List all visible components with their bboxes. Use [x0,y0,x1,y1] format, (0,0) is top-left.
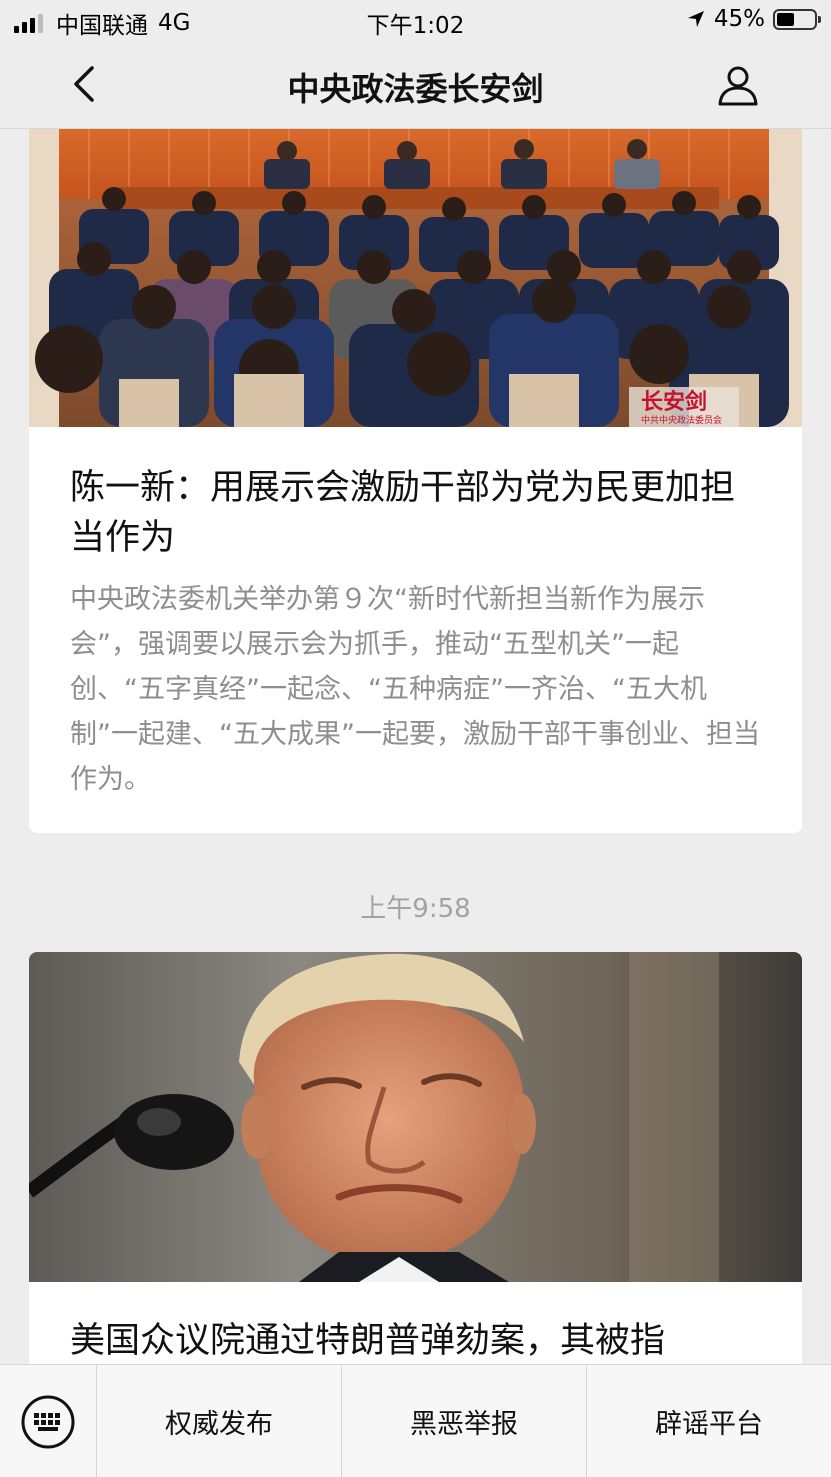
article-image-meeting[interactable]: 长安剑 中共中央政法委员会 [29,129,802,427]
person-icon[interactable] [715,62,761,108]
keyboard-toggle-button[interactable] [0,1365,97,1477]
menu-item-rumor-refutation[interactable]: 辟谣平台 [587,1365,831,1477]
menu-item-authoritative-release[interactable]: 权威发布 [97,1365,342,1477]
nav-bar: 中央政法委长安剑 [0,40,831,129]
screen: 中国联通 4G 下午1:02 45% 中央政法委长安剑 长安剑 中共中央政法委员… [0,0,831,1477]
status-bar: 中国联通 4G 下午1:02 45% [0,0,831,40]
watermark-sub: 中共中央政法委员会 [641,414,722,426]
article-title[interactable]: 美国众议院通过特朗普弹劾案，其被指 [70,1316,761,1366]
article-card[interactable]: 长安剑 中共中央政法委员会 陈一新：用展示会激励干部为党为民更加担当作为 中央政… [29,129,802,833]
location-arrow-icon [687,11,704,27]
article-title[interactable]: 陈一新：用展示会激励干部为党为民更加担当作为 [70,463,761,563]
battery-percent: 45% [713,6,765,32]
message-timestamp: 上午9:58 [360,894,471,924]
watermark-logo: 长安剑 [641,389,707,415]
portrait-photo [29,952,802,1282]
battery-icon [773,8,821,30]
status-right: 45% [686,6,821,32]
article-image-portrait[interactable] [29,952,802,1282]
article-card[interactable]: 美国众议院通过特朗普弹劾案，其被指 [29,952,802,1392]
article-summary: 中央政法委机关举办第９次“新时代新担当新作为展示会”，强调要以展示会为抓手，推动… [70,584,760,795]
bottom-menu: 权威发布 黑恶举报 辟谣平台 [0,1364,831,1477]
meeting-photo: 长安剑 中共中央政法委员会 [29,129,802,427]
page-title: 中央政法委长安剑 [287,70,544,108]
menu-item-crime-report[interactable]: 黑恶举报 [342,1365,587,1477]
keyboard-icon [21,1395,75,1448]
